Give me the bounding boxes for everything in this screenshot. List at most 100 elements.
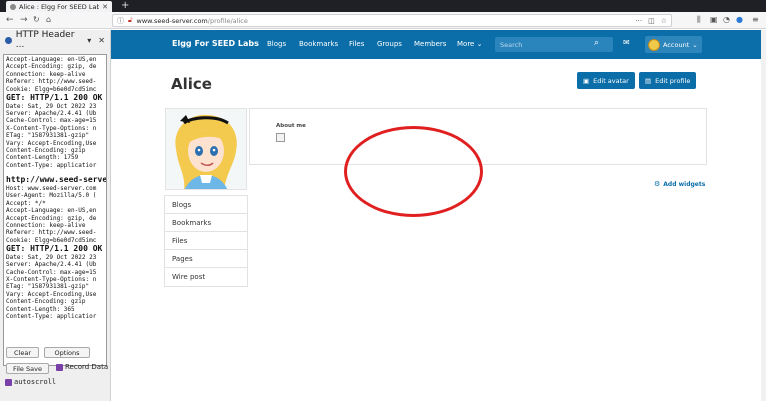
header-log-line: Host: www.seed-server.com bbox=[6, 184, 97, 192]
sidebar-logo-icon bbox=[5, 36, 12, 44]
web-page: Elgg For SEED Labs Blogs Bookmarks Files… bbox=[111, 30, 766, 401]
header-log-line: Accept-Encoding: gzip, de bbox=[6, 214, 97, 222]
account-extension-icon[interactable]: ● bbox=[736, 14, 743, 26]
page-scrollbar[interactable] bbox=[761, 30, 766, 401]
options-button[interactable]: Options bbox=[44, 347, 90, 358]
edit-avatar-button[interactable]: ▣ Edit avatar bbox=[577, 72, 635, 89]
account-label: Account bbox=[663, 40, 690, 49]
add-widgets-label: Add widgets bbox=[663, 180, 706, 188]
sidebar-close-icon[interactable]: ✕ bbox=[98, 36, 105, 45]
header-log-line: GET: HTTP/1.1 200 OK bbox=[6, 93, 103, 103]
owner-menu-blogs[interactable]: Blogs bbox=[165, 196, 247, 214]
header-log-line: ETag: "1587931381-gzip" bbox=[6, 132, 90, 140]
sidebar-header: HTTP Header ... ▾ ✕ bbox=[0, 30, 110, 50]
forward-arrow-icon[interactable]: → bbox=[20, 14, 28, 26]
tab-close-icon[interactable]: ✕ bbox=[102, 3, 108, 11]
header-log-line: Content-Length: 1759 bbox=[6, 154, 79, 162]
browser-tab[interactable]: Alice : Elgg For SEED Lab ✕ bbox=[6, 1, 112, 12]
annotation-circle bbox=[344, 126, 483, 217]
header-log-line: Cache-Control: max-age=15 bbox=[6, 117, 97, 125]
bookmark-star-icon[interactable]: ☆ bbox=[661, 17, 667, 25]
edit-avatar-label: Edit avatar bbox=[593, 76, 629, 85]
extension-icon[interactable]: ◔ bbox=[723, 14, 730, 26]
account-menu[interactable]: Account ⌄ bbox=[645, 36, 702, 53]
info-icon[interactable]: ⓘ bbox=[117, 16, 124, 26]
lock-icon: 🔓︎ bbox=[128, 16, 133, 24]
edit-profile-button[interactable]: ▤ Edit profile bbox=[639, 72, 697, 89]
back-arrow-icon[interactable]: ← bbox=[6, 14, 14, 26]
header-log-line: Server: Apache/2.4.41 (Ub bbox=[6, 110, 97, 118]
url-bar[interactable]: ⓘ 🔓︎ www.seed-server.com/profile/alice ·… bbox=[112, 14, 672, 27]
menu-more[interactable]: More ⌄ bbox=[457, 40, 482, 48]
header-log[interactable]: Accept-Language: en-US,en Accept-Encoding… bbox=[3, 54, 107, 366]
about-me-label: About me bbox=[276, 123, 306, 129]
owner-menu-wire-post[interactable]: Wire post bbox=[165, 268, 247, 286]
messages-icon[interactable]: ✉ bbox=[623, 38, 630, 47]
header-log-line: Connection: keep-alive bbox=[6, 70, 86, 78]
url-host: www.seed-server.com bbox=[136, 16, 208, 25]
checkbox-checked-icon[interactable] bbox=[5, 378, 12, 386]
header-log-line: Cookie: Elgg=b6e0d7cd5imc bbox=[6, 236, 97, 244]
header-log-line: Accept-Encoding: gzip, de bbox=[6, 63, 97, 71]
autoscroll-checkbox[interactable]: autoscroll bbox=[5, 378, 56, 386]
clear-button[interactable]: Clear bbox=[6, 347, 39, 358]
menu-more-label: More bbox=[457, 40, 475, 48]
browser-tab-bar: Alice : Elgg For SEED Lab ✕ + bbox=[0, 0, 766, 12]
header-log-line: Cache-Control: max-age=15 bbox=[6, 268, 97, 276]
tab-favicon-icon bbox=[10, 3, 16, 10]
page-actions-icon[interactable]: ··· bbox=[635, 17, 642, 25]
profile-name: Alice bbox=[171, 75, 212, 93]
header-log-line: GET: HTTP/1.1 200 OK bbox=[6, 244, 103, 254]
header-log-line: Content-Type: applicatior bbox=[6, 161, 97, 169]
header-log-line: X-Content-Type-Options: n bbox=[6, 124, 97, 132]
new-tab-button[interactable]: + bbox=[121, 0, 129, 12]
site-topbar: Elgg For SEED Labs Blogs Bookmarks Files… bbox=[111, 30, 766, 59]
autoscroll-label: autoscroll bbox=[14, 378, 57, 386]
menu-files[interactable]: Files bbox=[349, 40, 364, 48]
record-data-label: Record Data bbox=[65, 363, 109, 371]
header-log-line: http://www.seed-serve bbox=[6, 175, 107, 185]
header-log-line: Accept-Language: en-US,en bbox=[6, 56, 97, 63]
header-log-line: Date: Sat, 29 Oct 2022 23 bbox=[6, 102, 97, 110]
owner-menu-bookmarks[interactable]: Bookmarks bbox=[165, 214, 247, 232]
checkbox-checked-icon[interactable] bbox=[56, 363, 63, 371]
search-icon[interactable]: ⌕ bbox=[594, 38, 599, 48]
header-log-line: Accept: */* bbox=[6, 199, 46, 207]
file-save-button[interactable]: File Save bbox=[6, 363, 49, 374]
record-data-checkbox[interactable]: Record Data bbox=[56, 363, 108, 371]
reload-icon[interactable]: ↻ bbox=[33, 14, 40, 26]
header-log-line: Vary: Accept-Encoding,Use bbox=[6, 139, 97, 147]
owner-menu-files[interactable]: Files bbox=[165, 232, 247, 250]
gear-icon: ⚙ bbox=[654, 180, 661, 188]
header-log-line: Accept-Language: en-US,en bbox=[6, 207, 97, 215]
header-log-line: Content-Encoding: gzip bbox=[6, 298, 86, 306]
sidebar-toggle-icon[interactable]: ▣ bbox=[710, 14, 718, 26]
hamburger-menu-icon[interactable]: ≡ bbox=[752, 14, 759, 26]
tab-title: Alice : Elgg For SEED Lab bbox=[19, 2, 100, 11]
profile-avatar[interactable] bbox=[165, 108, 247, 190]
chevron-down-icon: ⌄ bbox=[692, 40, 698, 49]
menu-bookmarks[interactable]: Bookmarks bbox=[299, 40, 338, 48]
header-log-line: Content-Encoding: gzip bbox=[6, 147, 86, 155]
http-header-sidebar: HTTP Header ... ▾ ✕ Accept-Language: en-… bbox=[0, 30, 111, 401]
owner-menu-pages[interactable]: Pages bbox=[165, 250, 247, 268]
site-brand[interactable]: Elgg For SEED Labs bbox=[172, 39, 259, 48]
menu-members[interactable]: Members bbox=[414, 40, 446, 48]
library-icon[interactable]: ⫼ bbox=[697, 14, 701, 26]
header-log-line: Content-Type: applicatior bbox=[6, 312, 97, 320]
header-log-line: Referer: http://www.seed- bbox=[6, 78, 97, 86]
menu-blogs[interactable]: Blogs bbox=[267, 40, 286, 48]
menu-groups[interactable]: Groups bbox=[377, 40, 402, 48]
owner-menu: Blogs Bookmarks Files Pages Wire post bbox=[164, 195, 248, 287]
edit-profile-label: Edit profile bbox=[655, 76, 691, 85]
sidebar-title[interactable]: HTTP Header ... bbox=[16, 30, 84, 50]
chevron-down-icon: ⌄ bbox=[476, 40, 483, 48]
sidebar-dropdown-icon[interactable]: ▾ bbox=[87, 36, 91, 45]
image-icon: ▣ bbox=[583, 76, 590, 85]
id-card-icon: ▤ bbox=[645, 76, 652, 85]
header-log-line: Vary: Accept-Encoding,Use bbox=[6, 290, 97, 298]
add-widgets-link[interactable]: ⚙ Add widgets bbox=[654, 180, 705, 188]
header-log-line: Connection: keep-alive bbox=[6, 221, 86, 229]
home-icon[interactable]: ⌂ bbox=[46, 14, 51, 26]
pocket-icon[interactable]: ◫ bbox=[648, 17, 655, 25]
